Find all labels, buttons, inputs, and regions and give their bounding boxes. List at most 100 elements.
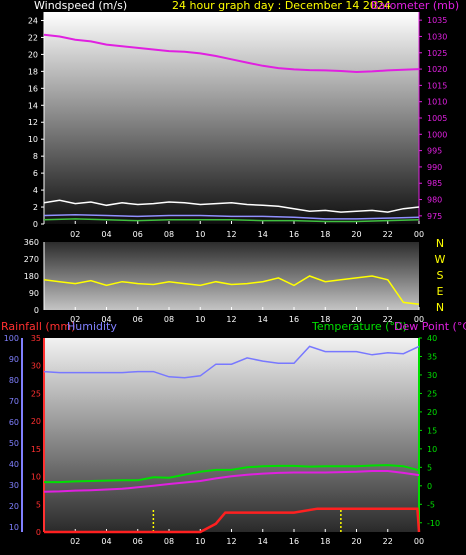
weather-chart-svg: 0246810121416182022249759809859909951000…	[4, 12, 447, 546]
temperature-plot-area	[44, 338, 419, 532]
x-tick-label: 16	[289, 537, 299, 546]
direction-plot-area	[44, 242, 419, 310]
x-tick-label: 22	[383, 537, 393, 546]
x-tick-label: 12	[226, 230, 236, 239]
compass-label: N	[436, 301, 444, 314]
baro-y-tick: 1030	[427, 32, 447, 41]
x-tick-label: 18	[320, 537, 330, 546]
humidity-y-tick: 10	[9, 523, 19, 532]
x-tick-label: 12	[226, 537, 236, 546]
x-tick-label: 08	[164, 315, 174, 324]
temp-y-tick: 10	[427, 445, 437, 454]
x-tick-label: 08	[164, 230, 174, 239]
direction-y-tick: 90	[29, 289, 39, 298]
x-tick-label: 10	[195, 537, 205, 546]
compass-label: W	[435, 253, 446, 266]
baro-y-tick: 980	[427, 196, 442, 205]
rainfall-y-tick: 25	[31, 389, 41, 398]
wind-y-tick: 18	[28, 67, 38, 76]
humidity-y-tick: 100	[4, 334, 19, 343]
rainfall-y-tick: 35	[31, 334, 41, 343]
x-tick-label: 14	[258, 537, 268, 546]
temp-y-tick: -10	[427, 519, 440, 528]
weather-graph: 0 2 4 6 8 10 12 14 16 18 20 22 24 975 980 985 990 995 1000…	[0, 0, 466, 555]
rainfall-y-tick: 0	[36, 528, 41, 537]
temp-y-tick: 5	[427, 463, 432, 472]
compass-label: N	[436, 237, 444, 250]
rainfall-y-tick: 10	[31, 473, 41, 482]
humidity-y-tick: 80	[9, 376, 19, 385]
temp-y-tick: 20	[427, 408, 437, 417]
x-tick-label: 16	[289, 315, 299, 324]
x-tick-label: 20	[351, 230, 361, 239]
direction-y-tick: 0	[34, 306, 39, 315]
wind-y-tick: 14	[28, 101, 38, 110]
x-tick-label: 10	[195, 230, 205, 239]
wind-y-tick: 0	[33, 220, 38, 229]
baro-y-tick: 1020	[427, 65, 447, 74]
rainfall-y-tick: 30	[31, 362, 41, 371]
x-tick-label: 02	[70, 230, 80, 239]
baro-y-tick: 1010	[427, 98, 447, 107]
baro-y-tick: 995	[427, 147, 442, 156]
baro-y-tick: 1005	[427, 114, 447, 123]
humidity-y-tick: 60	[9, 418, 19, 427]
wind-y-tick: 16	[28, 84, 38, 93]
x-tick-label: 14	[258, 315, 268, 324]
baro-y-tick: 985	[427, 179, 442, 188]
humidity-y-tick: 70	[9, 397, 19, 406]
x-tick-label: 12	[226, 315, 236, 324]
humidity-label: Humidity	[67, 320, 117, 333]
humidity-y-tick: 30	[9, 481, 19, 490]
baro-y-tick: 975	[427, 212, 442, 221]
baro-y-tick: 1000	[427, 130, 447, 139]
x-tick-label: 06	[133, 230, 143, 239]
graph-title: 24 hour graph day : December 14 2024	[172, 0, 391, 12]
rainfall-y-tick: 15	[31, 445, 41, 454]
temp-y-tick: -5	[427, 500, 435, 509]
rainfall-y-tick: 20	[31, 417, 41, 426]
temp-y-tick: 40	[427, 334, 437, 343]
x-tick-label: 00	[414, 230, 424, 239]
wind-y-tick: 20	[28, 50, 38, 59]
x-tick-label: 18	[320, 230, 330, 239]
x-tick-label: 06	[133, 315, 143, 324]
windspeed-label: Windspeed (m/s)	[34, 0, 128, 12]
wind-y-tick: 4	[33, 186, 38, 195]
wind-y-tick: 24	[28, 16, 38, 25]
x-tick-label: 06	[133, 537, 143, 546]
wind-y-tick: 12	[28, 118, 38, 127]
x-tick-label: 08	[164, 537, 174, 546]
compass-label: E	[437, 285, 444, 298]
x-tick-label: 16	[289, 230, 299, 239]
wind-y-tick: 8	[33, 152, 38, 161]
humidity-y-tick: 50	[9, 439, 19, 448]
temp-y-tick: 35	[427, 352, 437, 361]
wind-y-tick: 6	[33, 169, 38, 178]
x-tick-label: 20	[351, 537, 361, 546]
baro-y-tick: 1025	[427, 49, 447, 58]
humidity-y-tick: 90	[9, 355, 19, 364]
wind-y-tick: 10	[28, 135, 38, 144]
wind-y-tick: 22	[28, 33, 38, 42]
direction-y-tick: 180	[24, 272, 39, 281]
baro-y-tick: 990	[427, 163, 442, 172]
rainfall-y-tick: 5	[36, 500, 41, 509]
rainfall-label: Rainfall (mm)	[1, 320, 76, 333]
temp-y-tick: 25	[427, 389, 437, 398]
x-tick-label: 22	[383, 230, 393, 239]
x-tick-label: 14	[258, 230, 268, 239]
x-tick-label: 04	[101, 230, 111, 239]
humidity-y-tick: 40	[9, 460, 19, 469]
x-tick-label: 10	[195, 315, 205, 324]
humidity-y-tick: 20	[9, 502, 19, 511]
x-tick-label: 04	[101, 537, 111, 546]
temp-y-tick: 0	[427, 482, 432, 491]
x-tick-label: 02	[70, 537, 80, 546]
compass-label: S	[437, 269, 444, 282]
baro-y-tick: 1015	[427, 81, 447, 90]
x-tick-label: 00	[414, 537, 424, 546]
dewpoint-label: Dew Point (°C)	[394, 320, 466, 333]
barometer-label: Barometer (mb)	[371, 0, 460, 12]
wind-y-tick: 2	[33, 203, 38, 212]
